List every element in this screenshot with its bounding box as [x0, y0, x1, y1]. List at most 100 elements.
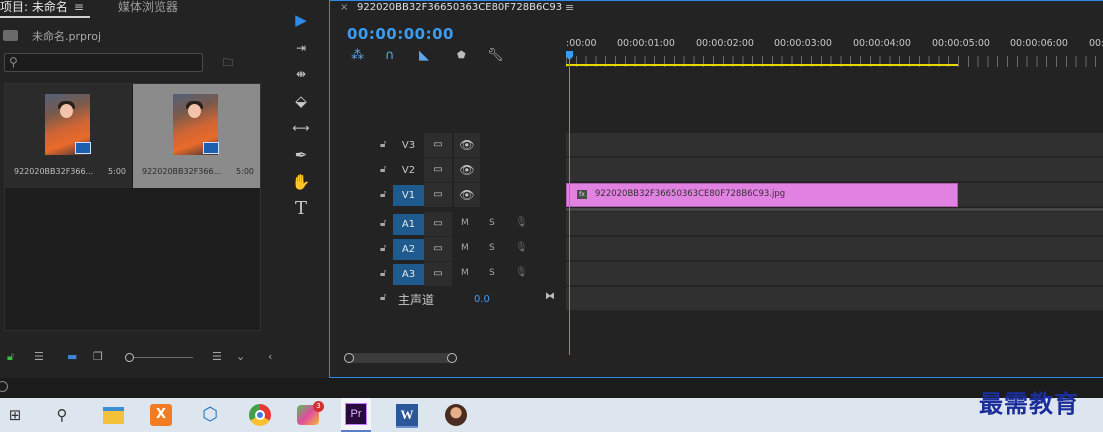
close-icon[interactable]: ×	[340, 1, 348, 14]
track-lane-v2[interactable]	[566, 158, 1103, 182]
chevron-down-icon[interactable]: ⌄	[236, 350, 245, 363]
premiere-pro-icon[interactable]: Pr	[341, 398, 371, 432]
marker-icon[interactable]: ⬟	[457, 50, 466, 61]
sync-lock-icon[interactable]: ▭	[424, 133, 452, 157]
work-area-bar[interactable]	[566, 64, 958, 66]
track-target-v1[interactable]: V1	[393, 185, 424, 206]
track-header-a2: 🔓︎ A2 ▭ M S 🎙︎	[330, 237, 566, 261]
word-icon[interactable]: W	[394, 402, 420, 428]
game-icon[interactable]: 3	[296, 401, 324, 428]
master-volume[interactable]: 0.0	[474, 294, 490, 305]
search-input[interactable]: ⚲	[4, 53, 203, 72]
status-bar	[0, 378, 1103, 398]
eye-icon[interactable]: 👁︎	[454, 158, 480, 182]
selection-tool-icon[interactable]: ▶	[289, 9, 313, 31]
lock-icon[interactable]: 🔓︎	[380, 218, 386, 229]
lock-icon[interactable]: 🔓︎	[380, 268, 386, 279]
master-track-label: 主声道	[398, 293, 435, 307]
sync-lock-icon[interactable]: ▭	[424, 262, 452, 286]
file-explorer-icon[interactable]	[100, 402, 126, 428]
sync-lock-icon[interactable]: ▭	[424, 237, 452, 261]
lock-icon[interactable]: 🔓︎	[380, 189, 386, 200]
folder-icon	[3, 30, 18, 41]
track-target-a3[interactable]: A3	[393, 264, 424, 285]
track-select-tool-icon[interactable]: ⇥	[289, 37, 313, 59]
playhead-timecode[interactable]: 00:00:00:00	[347, 25, 454, 43]
type-tool-icon[interactable]: T	[289, 198, 313, 220]
track-lane-master[interactable]	[566, 287, 1103, 311]
timeline-zoom-scrollbar[interactable]	[346, 353, 452, 363]
eye-icon[interactable]: 👁︎	[454, 133, 480, 157]
lock-icon[interactable]: 🔓︎	[380, 292, 386, 303]
clip-item[interactable]: 922020BB32F366... 5:00	[5, 84, 132, 188]
mute-button[interactable]: M	[461, 268, 469, 278]
status-icon[interactable]	[0, 381, 8, 392]
premiere-window: 项目: 未命名 ≡ 媒体浏览器 未命名.prproj ⚲ 🗀 922020BB32…	[0, 0, 1103, 432]
track-header-v1: 🔓︎ V1 ▭ 👁︎	[330, 183, 566, 207]
mute-button[interactable]: M	[461, 243, 469, 253]
microphone-icon[interactable]: 🎙︎	[515, 217, 528, 228]
panel-menu-icon[interactable]: ≡	[74, 0, 84, 14]
razor-tool-icon[interactable]: ⬙	[289, 90, 313, 112]
more-icon[interactable]: ‹	[268, 350, 272, 363]
microphone-icon[interactable]: 🎙︎	[515, 242, 528, 253]
chrome-icon[interactable]	[247, 402, 273, 428]
sort-icon[interactable]: ☰	[212, 350, 222, 363]
search-icon[interactable]: ⚲	[49, 402, 75, 428]
clip-name: 922020BB32F366...	[142, 167, 222, 176]
clip-item-selected[interactable]: 922020BB32F366... 5:00	[133, 84, 260, 188]
timeline-tab[interactable]: × 922020BB32F36650363CE80F728B6C93 ≡	[330, 1, 1103, 15]
panel-menu-icon[interactable]: ≡	[565, 1, 574, 14]
new-bin-icon[interactable]: 🗀	[219, 54, 237, 69]
microphone-icon[interactable]: 🎙︎	[515, 267, 528, 278]
sync-lock-icon[interactable]: ▭	[424, 212, 452, 236]
scrollbar-handle-left[interactable]	[344, 353, 354, 363]
zoom-slider-knob[interactable]	[125, 353, 134, 362]
track-lane-a1[interactable]	[566, 212, 1103, 236]
track-target-v2[interactable]: V2	[393, 160, 424, 181]
solo-button[interactable]: S	[489, 268, 495, 278]
lock-icon[interactable]: 🔓︎	[380, 139, 386, 150]
eye-icon[interactable]: 👁︎	[454, 183, 480, 207]
tab-project[interactable]: 项目: 未命名 ≡	[0, 0, 90, 18]
tab-media-browser[interactable]: 媒体浏览器	[118, 0, 178, 18]
snap-icon[interactable]: ⁂	[351, 48, 364, 63]
sync-lock-icon[interactable]: ▭	[424, 183, 452, 207]
track-lane-v3[interactable]	[566, 133, 1103, 157]
xampp-icon[interactable]: X	[148, 402, 174, 428]
sequence-name: 922020BB32F36650363CE80F728B6C93	[357, 2, 563, 13]
solo-button[interactable]: S	[489, 218, 495, 228]
settings-wrench-icon[interactable]: 🔧︎	[487, 48, 504, 63]
slip-tool-icon[interactable]: ⟷	[289, 117, 313, 139]
icon-view-icon[interactable]: ▬	[67, 350, 77, 363]
track-target-a1[interactable]: A1	[393, 214, 424, 235]
playhead-line[interactable]	[569, 59, 570, 355]
hand-tool-icon[interactable]: ✋	[289, 171, 313, 193]
zoom-slider[interactable]	[125, 357, 193, 358]
lock-icon[interactable]: 🔓︎	[380, 243, 386, 254]
list-view-icon[interactable]: ☰	[34, 350, 44, 363]
mute-button[interactable]: M	[461, 218, 469, 228]
track-target-a2[interactable]: A2	[393, 239, 424, 260]
ripple-edit-tool-icon[interactable]: ⇼	[289, 63, 313, 85]
lock-icon[interactable]: 🔓︎	[380, 164, 386, 175]
solo-button[interactable]: S	[489, 243, 495, 253]
ruler-label: 00:00:06:00	[1010, 38, 1068, 49]
windows-start-icon[interactable]: ⊞	[2, 402, 28, 428]
track-lane-a3[interactable]	[566, 262, 1103, 286]
ruler-label: 00:00	[1089, 38, 1103, 49]
track-target-v3[interactable]: V3	[393, 135, 424, 156]
scrollbar-handle-right[interactable]	[447, 353, 457, 363]
time-ruler[interactable]: :00:00 00:00:01:00 00:00:02:00 00:00:03:…	[566, 15, 1103, 67]
sync-lock-icon[interactable]: ▭	[424, 158, 452, 182]
pen-tool-icon[interactable]: ✒	[289, 144, 313, 166]
freeform-view-icon[interactable]: ❐	[93, 350, 103, 363]
timeline-clip[interactable]: fx 922020BB32F36650363CE80F728B6C93.jpg	[566, 183, 958, 207]
3d-viewer-icon[interactable]: ⬡	[197, 402, 223, 428]
track-lane-a2[interactable]	[566, 237, 1103, 261]
go-to-end-icon[interactable]: ⧓	[545, 291, 555, 302]
lock-icon[interactable]: 🔓︎	[7, 350, 14, 364]
insert-overwrite-icon[interactable]: ◣	[419, 48, 429, 63]
linked-selection-icon[interactable]: ∩	[385, 48, 395, 63]
photo-avatar-icon[interactable]	[443, 402, 469, 428]
